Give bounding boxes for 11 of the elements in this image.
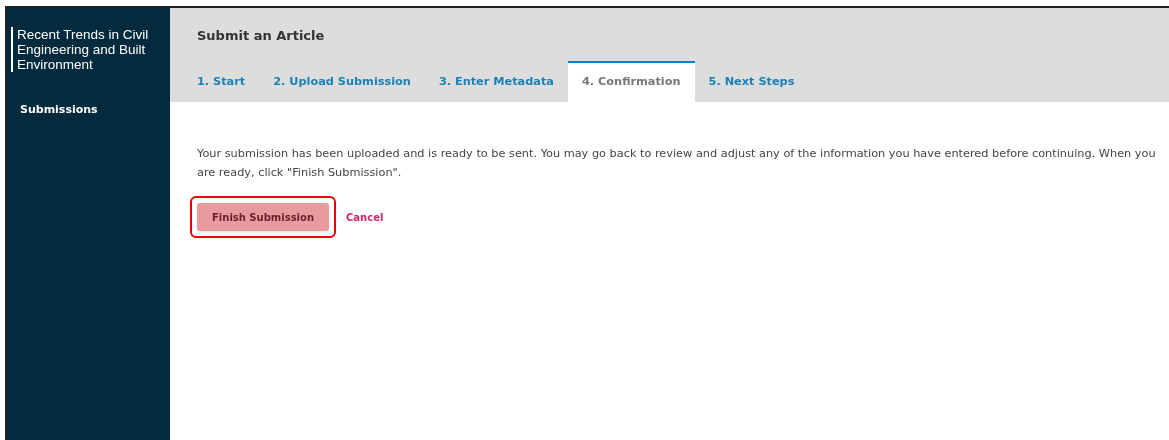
step-tab[interactable]: 5. Next Steps bbox=[694, 61, 809, 102]
step-tab[interactable]: 4. Confirmation bbox=[567, 61, 695, 102]
page-title: Submit an Article bbox=[197, 27, 325, 45]
step-tab[interactable]: 2. Upload Submission bbox=[259, 61, 425, 102]
finish-submission-button[interactable]: Finish Submission bbox=[197, 203, 329, 231]
cancel-link[interactable]: Cancel bbox=[346, 209, 384, 225]
step-tab[interactable]: 1. Start bbox=[183, 61, 260, 102]
confirmation-message: Your submission has been uploaded and is ready to be sent. You may go back to review and adjust any of the information you have entered before continuing. When you are ready, click "Finish Submission". bbox=[197, 146, 1157, 181]
step-tab[interactable]: 3. Enter Metadata bbox=[424, 61, 568, 102]
journal-title[interactable]: Recent Trends in Civil Engineering and Built Environment bbox=[17, 27, 161, 72]
sidebar-item[interactable]: Submissions bbox=[7, 100, 170, 121]
